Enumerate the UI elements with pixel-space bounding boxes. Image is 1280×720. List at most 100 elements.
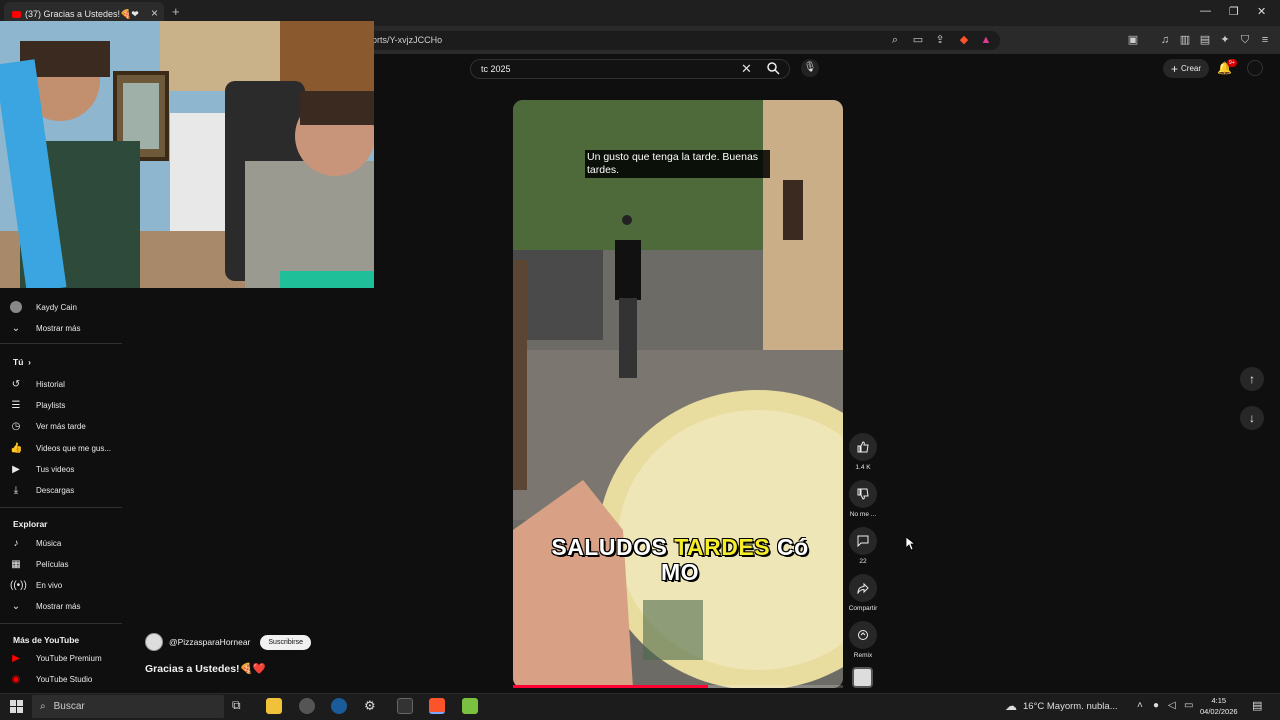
sidebar-item-label: Descargas bbox=[36, 485, 75, 495]
channel-handle[interactable]: @PizzasparaHornear bbox=[169, 637, 250, 647]
channel-avatar[interactable] bbox=[145, 633, 163, 651]
clock-icon: ◷ bbox=[11, 420, 21, 432]
clock-time: 4:15 bbox=[1211, 696, 1227, 705]
like-button[interactable]: 1.4 K bbox=[845, 433, 881, 471]
remix-button[interactable]: Remix bbox=[845, 621, 881, 659]
sidebar-item-youtube-studio[interactable]: ◉ YouTube Studio bbox=[10, 672, 93, 686]
settings-icon[interactable]: ⚙ bbox=[364, 698, 380, 714]
sidebar-more-heading: Más de YouTube bbox=[13, 635, 80, 645]
webcam-overlay bbox=[0, 21, 374, 288]
volume-icon[interactable]: ◁ bbox=[1168, 700, 1176, 711]
sidebar-item-label: Historial bbox=[36, 379, 65, 389]
sidebar-item-kaydy-cain[interactable]: Kaydy Cain bbox=[10, 300, 77, 314]
weather-widget[interactable]: ☁ 16°C Mayorm. nubla... bbox=[1005, 699, 1118, 713]
tab-close-icon[interactable]: × bbox=[151, 6, 158, 20]
sidebar-show-more-subs[interactable]: ⌄ Mostrar más bbox=[10, 321, 81, 335]
sidebar-item-youtube-premium[interactable]: ▶ YouTube Premium bbox=[10, 651, 102, 665]
search-icon[interactable] bbox=[766, 61, 780, 75]
video-progress-fill bbox=[513, 685, 708, 688]
file-explorer-icon[interactable] bbox=[266, 698, 282, 714]
leo-icon[interactable]: ✦ bbox=[1218, 33, 1232, 47]
sidebar-show-more-explore[interactable]: ⌄ Mostrar más bbox=[10, 599, 81, 613]
network-icon[interactable]: ▭ bbox=[1184, 700, 1193, 711]
epic-games-icon[interactable] bbox=[397, 698, 413, 714]
minimize-icon[interactable]: — bbox=[1200, 5, 1211, 17]
close-window-icon[interactable]: ✕ bbox=[1257, 5, 1266, 18]
create-button[interactable]: + Crear bbox=[1163, 59, 1209, 78]
media-icon[interactable]: ♫ bbox=[1158, 33, 1172, 47]
cast-icon[interactable]: ▭ bbox=[911, 33, 925, 47]
sidebar-toggle-icon[interactable]: ▥ bbox=[1178, 33, 1192, 47]
sidebar-item-movies[interactable]: ▦ Películas bbox=[10, 557, 68, 571]
brave-shield-icon[interactable]: ◆ bbox=[957, 33, 971, 47]
brave-rewards-icon[interactable]: ▲ bbox=[979, 33, 993, 47]
video-progress-bar[interactable] bbox=[513, 685, 843, 688]
tray-chevron-icon[interactable]: ˄ bbox=[1137, 700, 1143, 711]
playlist-icon: ☰ bbox=[11, 399, 21, 411]
sidebar-item-history[interactable]: ↺ Historial bbox=[10, 377, 65, 391]
sidebar-item-your-videos[interactable]: ▶ Tus videos bbox=[10, 462, 74, 476]
sidebar-item-label: Música bbox=[36, 538, 62, 548]
wallet-icon[interactable]: ▤ bbox=[1198, 33, 1212, 47]
clear-search-icon[interactable]: ✕ bbox=[741, 61, 752, 77]
sidebar-item-label: Kaydy Cain bbox=[36, 302, 77, 312]
sidebar-item-playlists[interactable]: ☰ Playlists bbox=[10, 398, 66, 412]
notifications-icon[interactable]: ▤ bbox=[1252, 699, 1262, 712]
short-video-frame bbox=[513, 100, 843, 688]
brave-browser-icon[interactable] bbox=[429, 698, 445, 714]
remix-label: Remix bbox=[853, 652, 873, 659]
share-page-icon[interactable]: ⇪ bbox=[933, 33, 947, 47]
sidebar-you-heading[interactable]: Tú › bbox=[13, 357, 31, 367]
task-view-icon[interactable]: ⧉ bbox=[232, 698, 248, 714]
app-icon[interactable] bbox=[462, 698, 478, 714]
sidebar-item-liked-videos[interactable]: 👍 Videos que me gus... bbox=[10, 441, 111, 455]
download-icon: ⤓ bbox=[13, 484, 19, 496]
sidebar-item-live[interactable]: ((•)) En vivo bbox=[10, 578, 62, 592]
taskbar-clock[interactable]: 4:15 04/02/2026 bbox=[1200, 695, 1238, 717]
menu-icon[interactable]: ≡ bbox=[1258, 33, 1272, 47]
dislike-label: No me ... bbox=[849, 511, 877, 518]
thumb-up-icon bbox=[849, 433, 877, 461]
dislike-button[interactable]: No me ... bbox=[845, 480, 881, 518]
weather-text: 16°C Mayorm. nubla... bbox=[1023, 700, 1118, 712]
sidebar-item-label: Ver más tarde bbox=[36, 421, 86, 431]
restore-icon[interactable]: ❐ bbox=[1229, 5, 1239, 18]
url-field[interactable]: orts/Y-xvjzJCCHo bbox=[360, 31, 1000, 50]
new-tab-button[interactable]: + bbox=[172, 4, 180, 19]
arrow-down-icon: ↓ bbox=[1249, 411, 1255, 425]
obs-icon[interactable] bbox=[299, 698, 315, 714]
sidebar-divider bbox=[0, 343, 122, 344]
share-button[interactable]: Compartir bbox=[845, 574, 881, 612]
screenshot-icon[interactable]: ▣ bbox=[1126, 33, 1140, 47]
sidebar-item-label: Mostrar más bbox=[36, 323, 81, 333]
sidebar-item-label: En vivo bbox=[36, 580, 63, 590]
microphone-icon[interactable]: ● bbox=[1153, 700, 1159, 711]
sidebar-item-music[interactable]: ♪ Música bbox=[10, 536, 62, 550]
sidebar-item-label: Mostrar más bbox=[36, 601, 81, 611]
sidebar-item-watch-later[interactable]: ◷ Ver más tarde bbox=[10, 419, 86, 433]
mic-icon[interactable]: 🎙 bbox=[801, 59, 819, 77]
caption-highlight: TARDES bbox=[674, 534, 771, 560]
comments-button[interactable]: 22 bbox=[845, 527, 881, 565]
audio-thumbnail[interactable] bbox=[852, 667, 873, 688]
zoom-icon[interactable]: ⌕ bbox=[888, 33, 902, 47]
short-video-player[interactable] bbox=[513, 100, 843, 688]
like-count: 1.4 K bbox=[855, 464, 871, 471]
vpn-icon[interactable]: ⛉ bbox=[1238, 33, 1252, 47]
user-avatar[interactable] bbox=[1247, 60, 1263, 76]
next-short-button[interactable]: ↓ bbox=[1240, 406, 1264, 430]
film-icon: ▦ bbox=[11, 558, 21, 570]
sidebar-divider bbox=[0, 507, 122, 508]
channel-info: @PizzasparaHornear Suscribirse bbox=[145, 633, 312, 651]
taskbar-search-placeholder: Buscar bbox=[53, 701, 85, 712]
music-icon: ♪ bbox=[13, 537, 19, 549]
steam-icon[interactable] bbox=[331, 698, 347, 714]
comments-count: 22 bbox=[859, 558, 867, 565]
sidebar-item-downloads[interactable]: ⤓ Descargas bbox=[10, 483, 74, 497]
chevron-down-icon: ⌄ bbox=[11, 322, 21, 334]
taskbar-search[interactable]: ⌕ Buscar bbox=[32, 695, 224, 718]
notification-badge: 9+ bbox=[1227, 59, 1237, 67]
subscribe-button[interactable]: Suscribirse bbox=[260, 634, 312, 650]
windows-start-icon[interactable] bbox=[10, 700, 23, 713]
previous-short-button[interactable]: ↑ bbox=[1240, 367, 1264, 391]
